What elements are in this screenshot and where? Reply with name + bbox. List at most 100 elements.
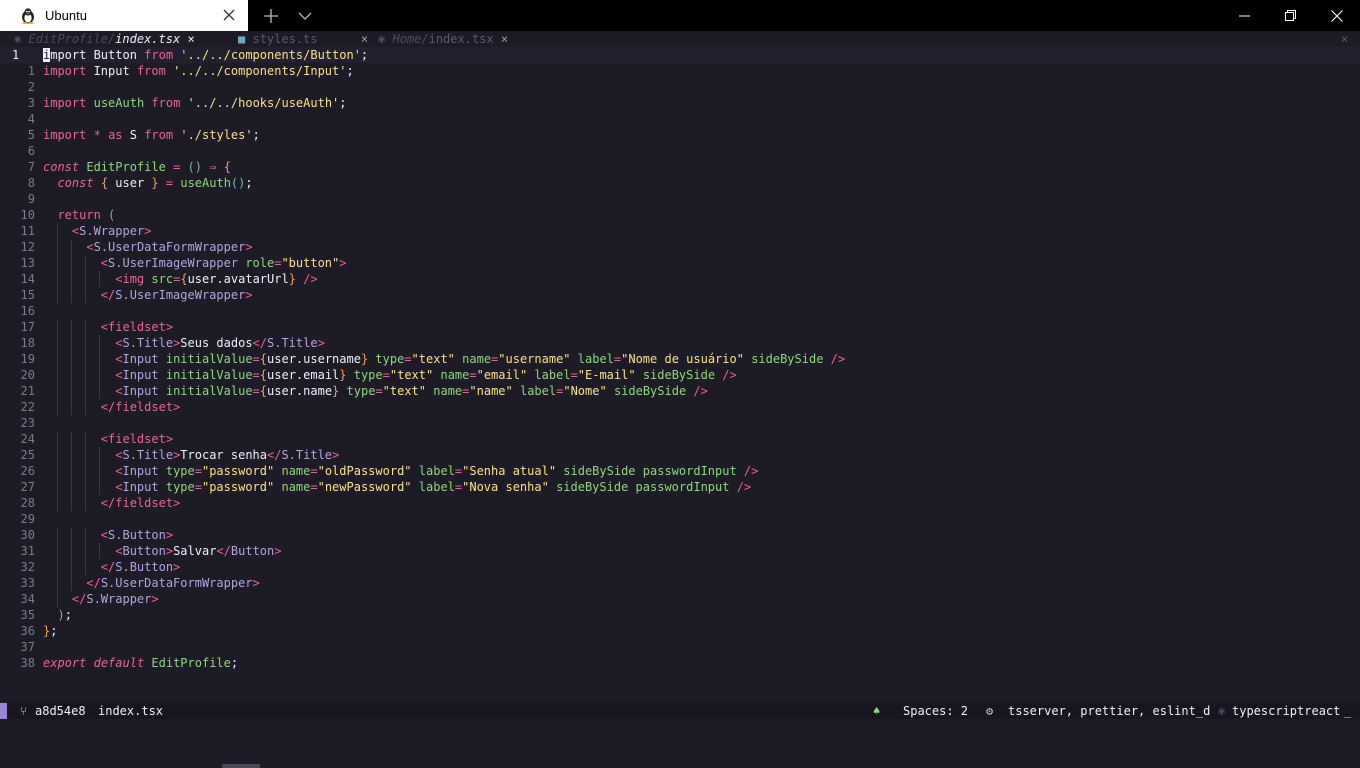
- line-number: 1: [12, 48, 20, 62]
- code-line[interactable]: 19 <Input initialValue={user.username} t…: [0, 351, 1360, 367]
- indent-guide: [57, 479, 58, 495]
- indent-guide: [85, 287, 86, 303]
- code-text: <fieldset>: [100, 320, 174, 334]
- code-line[interactable]: 15 </S.UserImageWrapper>: [0, 287, 1360, 303]
- indent-guide: [57, 495, 58, 511]
- maximize-button[interactable]: [1268, 0, 1314, 31]
- code-line[interactable]: 20 <Input initialValue={user.email} type…: [0, 367, 1360, 383]
- indent-guide: [71, 335, 72, 351]
- line-number: 7: [27, 160, 35, 174]
- code-line[interactable]: 7 const EditProfile = () ⇒ {: [0, 159, 1360, 175]
- terminal-tab-ubuntu[interactable]: Ubuntu: [0, 0, 248, 31]
- code-line[interactable]: 1 import Input from '../../components/Inp…: [0, 63, 1360, 79]
- line-number: 36: [20, 624, 35, 638]
- close-all-buffers-button[interactable]: ×: [1341, 31, 1348, 47]
- code-line[interactable]: 21 <Input initialValue={user.name} type=…: [0, 383, 1360, 399]
- code-line[interactable]: 26 <Input type="password" name="oldPassw…: [0, 463, 1360, 479]
- indent-guide: [71, 367, 72, 383]
- code-line[interactable]: 4: [0, 111, 1360, 127]
- indent-guide: [57, 351, 58, 367]
- buffer-tab-home-index[interactable]: ⚛ Home/index.tsx ×: [378, 31, 508, 47]
- line-number: 19: [20, 352, 35, 366]
- close-icon[interactable]: [222, 8, 236, 22]
- code-line[interactable]: 32 </S.Button>: [0, 559, 1360, 575]
- indent-guide: [85, 431, 86, 447]
- code-line[interactable]: 34 </S.Wrapper>: [0, 591, 1360, 607]
- code-line[interactable]: 1 import Button from '../../components/Bu…: [0, 47, 1360, 63]
- indent-guide: [57, 447, 58, 463]
- code-line[interactable]: 14 <img src={user.avatarUrl} />: [0, 271, 1360, 287]
- close-icon[interactable]: ×: [361, 32, 368, 46]
- code-line[interactable]: 24 <fieldset>: [0, 431, 1360, 447]
- command-line[interactable]: [0, 719, 1360, 768]
- line-number: 32: [20, 560, 35, 574]
- buffer-tab-styles[interactable]: ■ styles.ts ×: [238, 31, 368, 47]
- buffer-tab-editprofile-index[interactable]: ⚛ EditProfile/index.tsx ×: [14, 31, 195, 47]
- buffer-tab-file: index.tsx: [115, 32, 181, 46]
- indent-guide: [71, 351, 72, 367]
- plus-icon[interactable]: [262, 7, 280, 25]
- code-line[interactable]: 30 <S.Button>: [0, 527, 1360, 543]
- code-line[interactable]: 29: [0, 511, 1360, 527]
- code-line[interactable]: 2: [0, 79, 1360, 95]
- minimize-button[interactable]: [1222, 0, 1268, 31]
- indent-guide: [57, 271, 58, 287]
- code-line[interactable]: 6: [0, 143, 1360, 159]
- line-number: 8: [27, 176, 35, 190]
- code-line[interactable]: 11 <S.Wrapper>: [0, 223, 1360, 239]
- code-line[interactable]: 37: [0, 639, 1360, 655]
- code-line[interactable]: 9: [0, 191, 1360, 207]
- code-line[interactable]: 36};: [0, 623, 1360, 639]
- line-number: 12: [20, 240, 35, 254]
- indent-guide: [57, 527, 58, 543]
- code-line[interactable]: 10 return (: [0, 207, 1360, 223]
- code-line[interactable]: 5 import * as S from './styles';: [0, 127, 1360, 143]
- code-line[interactable]: 22 </fieldset>: [0, 399, 1360, 415]
- code-line[interactable]: 31 <Button>Salvar</Button>: [0, 543, 1360, 559]
- line-number: 25: [20, 448, 35, 462]
- gear-icon: ⚙: [986, 704, 994, 718]
- close-window-button[interactable]: [1314, 0, 1360, 31]
- code-line[interactable]: 33 </S.UserDataFormWrapper>: [0, 575, 1360, 591]
- filetype: typescriptreact: [1232, 704, 1341, 718]
- indent-guide: [71, 319, 72, 335]
- close-icon[interactable]: ×: [501, 32, 508, 46]
- buffer-tabline: ⚛ EditProfile/index.tsx × ■ styles.ts × …: [0, 31, 1360, 47]
- line-number: 35: [20, 608, 35, 622]
- line-number: 28: [20, 496, 35, 510]
- code-line[interactable]: 28 </fieldset>: [0, 495, 1360, 511]
- code-line[interactable]: 3 import useAuth from '../../hooks/useAut…: [0, 95, 1360, 111]
- code-line[interactable]: 25 <S.Title>Trocar senha</S.Title>: [0, 447, 1360, 463]
- code-line[interactable]: 35 );: [0, 607, 1360, 623]
- code-line[interactable]: 17 <fieldset>: [0, 319, 1360, 335]
- close-icon[interactable]: ×: [187, 32, 194, 46]
- indent-guide: [71, 431, 72, 447]
- code-line[interactable]: 23: [0, 415, 1360, 431]
- indent-guide: [99, 463, 100, 479]
- indent-spaces[interactable]: Spaces: 2: [903, 703, 968, 719]
- code-line[interactable]: 18 <S.Title>Seus dados</S.Title>: [0, 335, 1360, 351]
- line-number: 27: [20, 480, 35, 494]
- line-number: 1: [27, 64, 35, 78]
- indent-guide: [71, 399, 72, 415]
- code-line[interactable]: 13 <S.UserImageWrapper role="button">: [0, 255, 1360, 271]
- code-line[interactable]: 16: [0, 303, 1360, 319]
- code-line[interactable]: 12 <S.UserDataFormWrapper>: [0, 239, 1360, 255]
- code-text: </fieldset>: [100, 496, 181, 510]
- code-line[interactable]: 8 const { user } = useAuth();: [0, 175, 1360, 191]
- code-text: <S.Button>: [100, 528, 174, 542]
- indent-guide: [71, 271, 72, 287]
- line-number: 26: [20, 464, 35, 478]
- code-text: </S.Wrapper>: [71, 592, 159, 606]
- line-number: 3: [27, 96, 35, 110]
- code-text: <Input initialValue={user.username} type…: [115, 352, 846, 366]
- line-number: 31: [20, 544, 35, 558]
- code-editor[interactable]: 1 import Button from '../../components/Bu…: [0, 47, 1360, 703]
- indent-guide: [71, 383, 72, 399]
- line-number: 4: [27, 112, 35, 126]
- chevron-down-icon[interactable]: [297, 9, 313, 23]
- code-line[interactable]: 38 export default EditProfile;: [0, 655, 1360, 671]
- code-line[interactable]: 27 <Input type="password" name="newPassw…: [0, 479, 1360, 495]
- horizontal-scrollbar[interactable]: [222, 764, 260, 768]
- code-text: export default EditProfile;: [43, 656, 239, 670]
